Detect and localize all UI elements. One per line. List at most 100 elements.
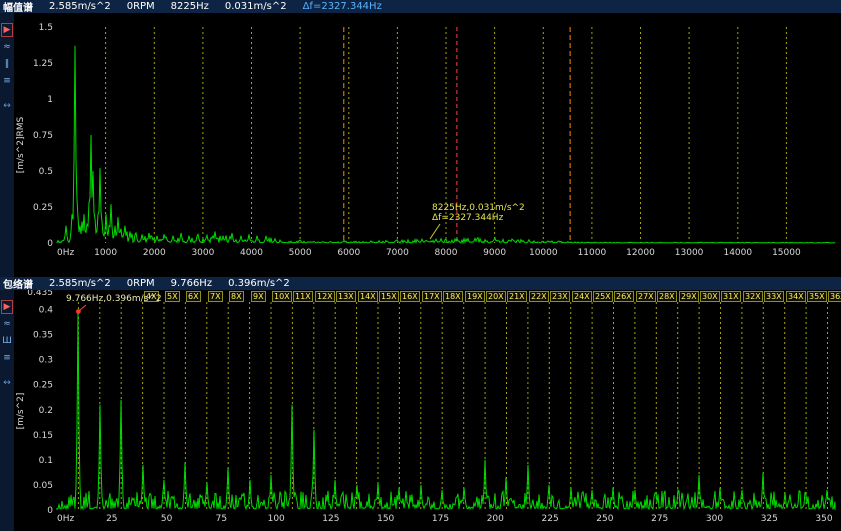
harmonic-order-label[interactable]: 29X [679, 291, 699, 302]
harmonic-order-label[interactable]: 8X [229, 291, 244, 302]
harmonic-cursor-icon[interactable]: Ш [1, 335, 13, 348]
envelope-chart[interactable]: [m/s^2] 9.766Hz,0.396m/s^2 0Hz2550751001… [14, 290, 841, 531]
delta-frequency-value: Δf=2327.344Hz [303, 1, 382, 12]
harmonic-order-label[interactable]: 16X [400, 291, 420, 302]
band-cursor-icon[interactable]: ‖ [1, 58, 13, 71]
harmonic-order-label[interactable]: 7X [208, 291, 223, 302]
x-tick-label: 11000 [578, 248, 607, 258]
envelope-header: 包络谱 2.585m/s^2 0RPM 9.766Hz 0.396m/s^2 [0, 277, 841, 290]
harmonic-order-label[interactable]: 15X [379, 291, 399, 302]
harmonic-order-label[interactable]: 30X [700, 291, 720, 302]
harmonic-order-label[interactable]: 23X [550, 291, 570, 302]
x-tick-label: 15000 [772, 248, 801, 258]
amplitude-y-axis-label: [m/s^2]RMS [16, 117, 26, 174]
y-tick-label: 1.5 [39, 23, 53, 33]
rms-value: 2.585m/s^2 [49, 278, 111, 289]
x-tick-label: 0Hz [57, 514, 74, 524]
harmonic-order-label[interactable]: 6X [186, 291, 201, 302]
x-tick-label: 200 [487, 514, 504, 524]
rms-value: 2.585m/s^2 [49, 1, 111, 12]
harmonic-order-label[interactable]: 20X [486, 291, 506, 302]
harmonic-order-label[interactable]: 19X [465, 291, 485, 302]
y-tick-label: 0.5 [39, 167, 53, 177]
harmonic-order-label[interactable]: 34X [786, 291, 806, 302]
harmonic-order-label[interactable]: 32X [743, 291, 763, 302]
harmonic-order-label[interactable]: 36X [828, 291, 841, 302]
cursor-frequency-value: 8225Hz [171, 1, 209, 12]
y-tick-label: 0 [47, 239, 53, 249]
rpm-value: 0RPM [127, 278, 155, 289]
cursor-amplitude-value: 0.031m/s^2 [225, 1, 287, 12]
vibration-analysis-app: 幅值谱 2.585m/s^2 0RPM 8225Hz 0.031m/s^2 Δf… [0, 0, 841, 531]
y-tick-label: 0 [47, 506, 53, 516]
envelope-spectrum-panel: 包络谱 2.585m/s^2 0RPM 9.766Hz 0.396m/s^2 ▶… [0, 277, 841, 531]
harmonic-order-label[interactable]: 33X [764, 291, 784, 302]
y-tick-label: 0.25 [33, 381, 53, 391]
peak-list-icon[interactable]: ≡ [1, 75, 13, 88]
waveform-cursor-icon[interactable]: ≈ [1, 41, 13, 54]
y-tick-label: 0.25 [33, 203, 53, 213]
harmonic-order-label[interactable]: 13X [336, 291, 356, 302]
harmonic-order-label[interactable]: 17X [422, 291, 442, 302]
harmonic-order-label[interactable]: 9X [251, 291, 266, 302]
amplitude-toolbar: ▶ ≈ ‖ ≡ ↔ [0, 13, 14, 277]
x-tick-label: 2000 [143, 248, 166, 258]
harmonic-order-label[interactable]: 10X [272, 291, 292, 302]
amplitude-body: ▶ ≈ ‖ ≡ ↔ [m/s^2]RMS 8225Hz,0.031m/s^2 Δ… [0, 13, 841, 277]
harmonic-order-label[interactable]: 27X [636, 291, 656, 302]
x-tick-label: 6000 [337, 248, 360, 258]
x-tick-label: 5000 [289, 248, 312, 258]
harmonic-order-label[interactable]: 22X [529, 291, 549, 302]
harmonic-order-label[interactable]: 14X [358, 291, 378, 302]
cursor-frequency-value: 9.766Hz [171, 278, 212, 289]
harmonic-order-label[interactable]: 11X [293, 291, 313, 302]
cursor-amplitude-value: 0.396m/s^2 [228, 278, 290, 289]
y-tick-label: 0.435 [27, 290, 53, 298]
harmonic-order-label[interactable]: 24X [572, 291, 592, 302]
x-tick-label: 8000 [435, 248, 458, 258]
y-tick-label: 0.05 [33, 481, 53, 491]
waveform-cursor-icon[interactable]: ≈ [1, 318, 13, 331]
x-tick-label: 14000 [723, 248, 752, 258]
amplitude-chart[interactable]: [m/s^2]RMS 8225Hz,0.031m/s^2 Δf=2327.344… [14, 13, 841, 277]
amplitude-header: 幅值谱 2.585m/s^2 0RPM 8225Hz 0.031m/s^2 Δf… [0, 0, 841, 13]
harmonic-order-label[interactable]: 4X [144, 291, 159, 302]
x-tick-label: 150 [377, 514, 394, 524]
spectrum-plot[interactable]: 0Hz1000200030004000500060007000800090001… [14, 13, 841, 277]
panel-title: 包络谱 [3, 277, 33, 290]
y-tick-label: 0.35 [33, 331, 53, 341]
x-tick-label: 225 [542, 514, 559, 524]
y-tick-label: 0.3 [39, 356, 53, 366]
x-tick-label: 300 [706, 514, 723, 524]
annotation-pointer [80, 305, 86, 310]
x-tick-label: 50 [161, 514, 173, 524]
harmonic-order-label[interactable]: 35X [807, 291, 827, 302]
harmonic-order-label[interactable]: 28X [657, 291, 677, 302]
harmonic-order-label[interactable]: 25X [593, 291, 613, 302]
harmonic-order-label[interactable]: 12X [315, 291, 335, 302]
y-tick-label: 0.4 [39, 306, 54, 316]
pan-tool-icon[interactable]: ↔ [1, 377, 13, 390]
cursor-tool-icon[interactable]: ▶ [1, 23, 13, 37]
x-tick-label: 7000 [386, 248, 409, 258]
y-tick-label: 1 [47, 95, 53, 105]
harmonic-order-label[interactable]: 26X [614, 291, 634, 302]
x-tick-label: 350 [815, 514, 832, 524]
peak-list-icon[interactable]: ≡ [1, 352, 13, 365]
harmonic-order-label[interactable]: 18X [443, 291, 463, 302]
amplitude-spectrum-panel: 幅值谱 2.585m/s^2 0RPM 8225Hz 0.031m/s^2 Δf… [0, 0, 841, 277]
y-tick-label: 0.1 [39, 456, 53, 466]
cursor-tool-icon[interactable]: ▶ [1, 300, 13, 314]
pan-tool-icon[interactable]: ↔ [1, 100, 13, 113]
harmonic-order-label[interactable]: 21X [507, 291, 527, 302]
annotation-pointer [430, 224, 440, 239]
spectrum-plot[interactable]: 0Hz2550751001251501752002252502753003253… [14, 290, 841, 531]
y-tick-label: 0.75 [33, 131, 53, 141]
y-tick-label: 1.25 [33, 59, 53, 69]
harmonic-order-label[interactable]: 5X [165, 291, 180, 302]
harmonic-order-label[interactable]: 31X [721, 291, 741, 302]
envelope-body: ▶ ≈ Ш ≡ ↔ [m/s^2] 9.766Hz,0.396m/s^2 0Hz… [0, 290, 841, 531]
y-tick-label: 0.15 [33, 431, 53, 441]
x-tick-label: 3000 [191, 248, 214, 258]
x-tick-label: 13000 [675, 248, 704, 258]
